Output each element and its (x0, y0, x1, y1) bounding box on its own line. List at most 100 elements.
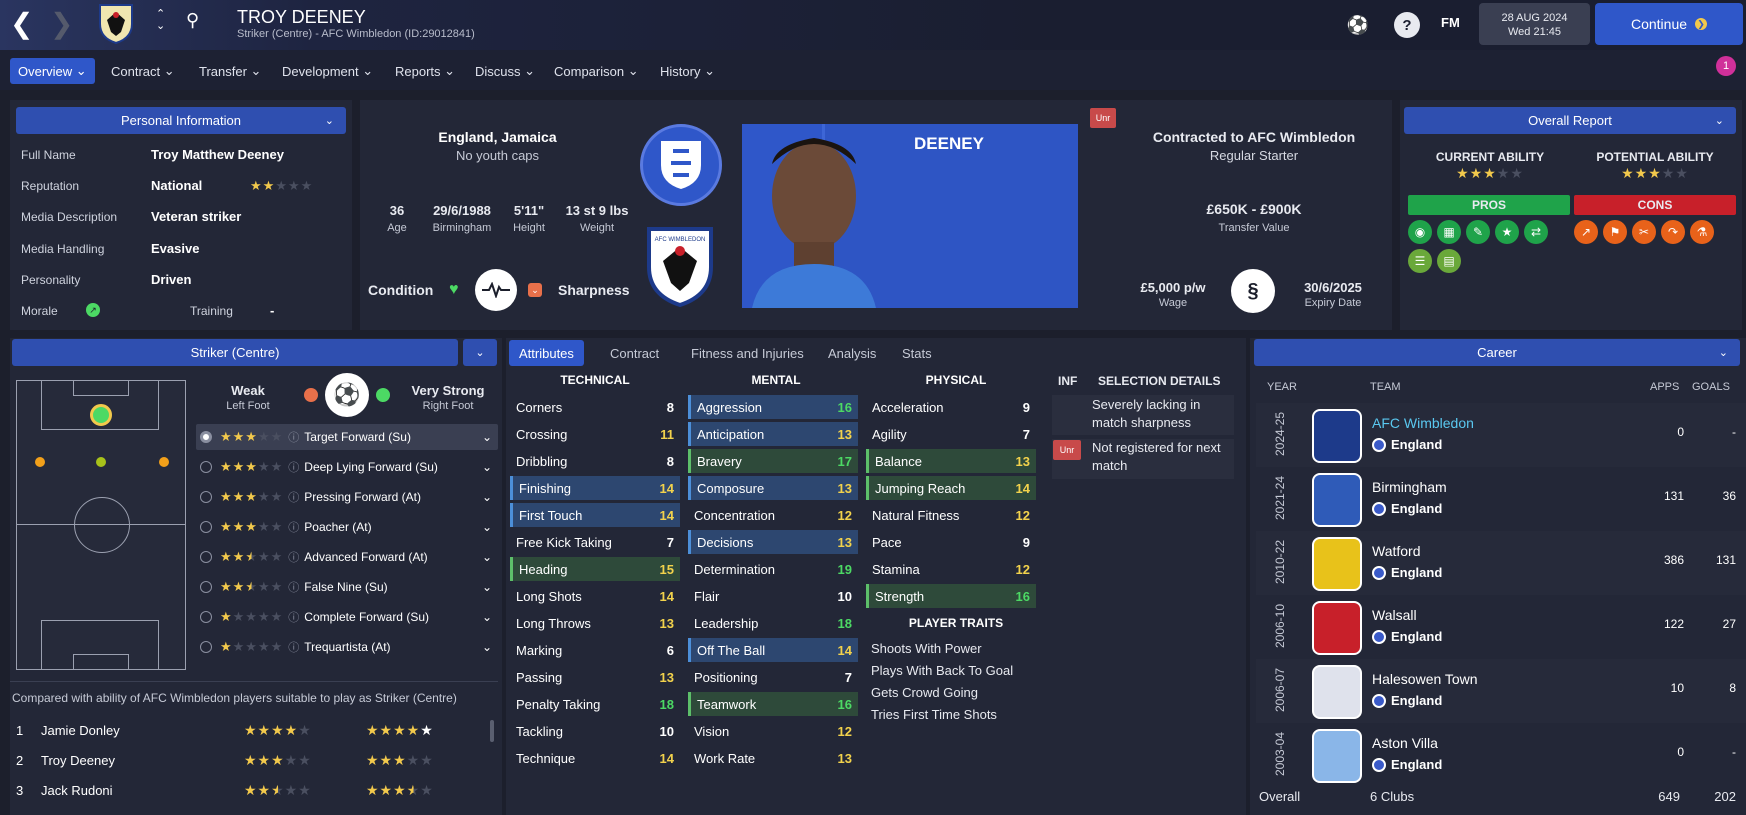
chevron-down-icon[interactable]: ⌄ (482, 580, 492, 594)
pitch-icon[interactable]: ▤ (1437, 249, 1461, 273)
role-radio[interactable] (200, 641, 212, 653)
attribute-strength[interactable]: Strength 16 (866, 584, 1036, 608)
chevron-down-icon[interactable]: ⌄ (482, 490, 492, 504)
role-row[interactable]: ★★★★★ ⓘ False Nine (Su) ⌄ (196, 574, 498, 600)
role-radio[interactable] (200, 431, 212, 443)
trend-icon[interactable]: ↗ (1574, 220, 1598, 244)
player-switch-icon[interactable]: ⌃ ⌄ (156, 8, 165, 32)
position-marker-amr[interactable] (159, 457, 169, 467)
personal-info-header[interactable]: Personal Information ⌄ (16, 107, 346, 134)
attribute-balance[interactable]: Balance 13 (866, 449, 1036, 473)
career-row[interactable]: 2024-25 AFC Wimbledon England 0 - (1256, 403, 1746, 467)
football-icon[interactable]: ⚽ (1345, 12, 1371, 38)
forward-arrow-icon[interactable]: ❯ (50, 8, 73, 40)
tab-fitness[interactable]: Fitness and Injuries (681, 340, 814, 366)
role-radio[interactable] (200, 551, 212, 563)
career-team[interactable]: Walsall (1372, 607, 1417, 623)
position-marker-aml[interactable] (35, 457, 45, 467)
role-radio[interactable] (200, 461, 212, 473)
position-header[interactable]: Striker (Centre) (12, 339, 458, 366)
attribute-first-touch[interactable]: First Touch 14 (510, 503, 680, 527)
attribute-corners[interactable]: Corners 8 (510, 395, 680, 419)
attribute-leadership[interactable]: Leadership 18 (688, 611, 858, 635)
menu-discuss[interactable]: Discuss ⌄ (467, 58, 543, 84)
career-row[interactable]: 2021-24 Birmingham England 131 36 (1256, 467, 1746, 531)
attribute-acceleration[interactable]: Acceleration 9 (866, 395, 1036, 419)
role-row[interactable]: ★★★★★ ⓘ Trequartista (At) ⌄ (196, 634, 498, 660)
attribute-teamwork[interactable]: Teamwork 16 (688, 692, 858, 716)
role-row[interactable]: ★★★★★ ⓘ Deep Lying Forward (Su) ⌄ (196, 454, 498, 480)
compare-row[interactable]: 3 Jack Rudoni ★★★★★ ★★★★★ (12, 780, 496, 810)
chevron-down-icon[interactable]: ⌄ (482, 520, 492, 534)
info-icon[interactable]: ⓘ (288, 429, 299, 445)
career-team[interactable]: Aston Villa (1372, 735, 1438, 751)
attribute-technique[interactable]: Technique 14 (510, 746, 680, 770)
boot-ball-icon[interactable]: ⚽ (325, 373, 369, 417)
attribute-heading[interactable]: Heading 15 (510, 557, 680, 581)
help-icon[interactable]: ? (1394, 12, 1420, 38)
menu-history[interactable]: History ⌄ (652, 58, 723, 84)
career-team[interactable]: AFC Wimbledon (1372, 415, 1474, 431)
info-icon[interactable]: ⓘ (288, 519, 299, 535)
attribute-concentration[interactable]: Concentration 12 (688, 503, 858, 527)
role-radio[interactable] (200, 611, 212, 623)
star-icon[interactable]: ★ (1495, 220, 1519, 244)
flag-icon[interactable]: ⚑ (1603, 220, 1627, 244)
career-row[interactable]: 2010-22 Watford England 386 131 (1256, 531, 1746, 595)
role-row[interactable]: ★★★★★ ⓘ Complete Forward (Su) ⌄ (196, 604, 498, 630)
menu-reports[interactable]: Reports ⌄ (387, 58, 463, 84)
afc-wimbledon-crest-icon[interactable]: AFC WIMBLEDON (645, 225, 715, 308)
handshake-icon[interactable]: ⇄ (1524, 220, 1548, 244)
info-icon[interactable]: ⓘ (288, 639, 299, 655)
england-crest-icon[interactable] (640, 124, 722, 206)
attribute-decisions[interactable]: Decisions 13 (688, 530, 858, 554)
search-icon[interactable]: ⚲ (186, 10, 199, 31)
attribute-tackling[interactable]: Tackling 10 (510, 719, 680, 743)
position-marker-amc[interactable] (96, 457, 106, 467)
curve-icon[interactable]: ↷ (1661, 220, 1685, 244)
attribute-marking[interactable]: Marking 6 (510, 638, 680, 662)
role-radio[interactable] (200, 491, 212, 503)
menu-development[interactable]: Development ⌄ (274, 58, 381, 84)
attribute-penalty-taking[interactable]: Penalty Taking 18 (510, 692, 680, 716)
back-arrow-icon[interactable]: ❮ (10, 8, 33, 40)
head-icon[interactable]: ◉ (1408, 220, 1432, 244)
menu-overview[interactable]: Overview ⌄ (10, 58, 95, 84)
role-radio[interactable] (200, 521, 212, 533)
menu-transfer[interactable]: Transfer ⌄ (191, 58, 269, 84)
position-marker-st[interactable] (90, 404, 112, 426)
boot-icon[interactable]: ✎ (1466, 220, 1490, 244)
attribute-positioning[interactable]: Positioning 7 (688, 665, 858, 689)
role-radio[interactable] (200, 581, 212, 593)
info-icon[interactable]: ⓘ (288, 549, 299, 565)
role-row[interactable]: ★★★★★ ⓘ Target Forward (Su) ⌄ (196, 424, 498, 450)
agent-icon[interactable]: § (1231, 269, 1275, 313)
notification-badge[interactable]: 1 (1716, 56, 1736, 76)
attribute-free-kick-taking[interactable]: Free Kick Taking 7 (510, 530, 680, 554)
chevron-down-icon[interactable]: ⌄ (482, 610, 492, 624)
attribute-anticipation[interactable]: Anticipation 13 (688, 422, 858, 446)
morale-icon[interactable]: ↗ (86, 303, 100, 317)
attribute-bravery[interactable]: Bravery 17 (688, 449, 858, 473)
career-team[interactable]: Watford (1372, 543, 1421, 559)
attribute-dribbling[interactable]: Dribbling 8 (510, 449, 680, 473)
chevron-down-icon[interactable]: ⌄ (482, 550, 492, 564)
info-icon[interactable]: ⓘ (288, 489, 299, 505)
career-row[interactable]: 2003-04 Aston Villa England 0 - (1256, 723, 1746, 787)
attribute-determination[interactable]: Determination 19 (688, 557, 858, 581)
attribute-natural-fitness[interactable]: Natural Fitness 12 (866, 503, 1036, 527)
fm-logo[interactable]: FM (1441, 15, 1460, 30)
attribute-finishing[interactable]: Finishing 14 (510, 476, 680, 500)
attribute-vision[interactable]: Vision 12 (688, 719, 858, 743)
attribute-composure[interactable]: Composure 13 (688, 476, 858, 500)
info-icon[interactable]: ⓘ (288, 609, 299, 625)
info-icon[interactable]: ⓘ (288, 579, 299, 595)
role-row[interactable]: ★★★★★ ⓘ Poacher (At) ⌄ (196, 514, 498, 540)
attribute-work-rate[interactable]: Work Rate 13 (688, 746, 858, 770)
attribute-long-throws[interactable]: Long Throws 13 (510, 611, 680, 635)
scissors-icon[interactable]: ✂ (1632, 220, 1656, 244)
goal-icon[interactable]: ▦ (1437, 220, 1461, 244)
menu-contract[interactable]: Contract ⌄ (103, 58, 183, 84)
tab-contract[interactable]: Contract (600, 340, 669, 366)
attribute-crossing[interactable]: Crossing 11 (510, 422, 680, 446)
